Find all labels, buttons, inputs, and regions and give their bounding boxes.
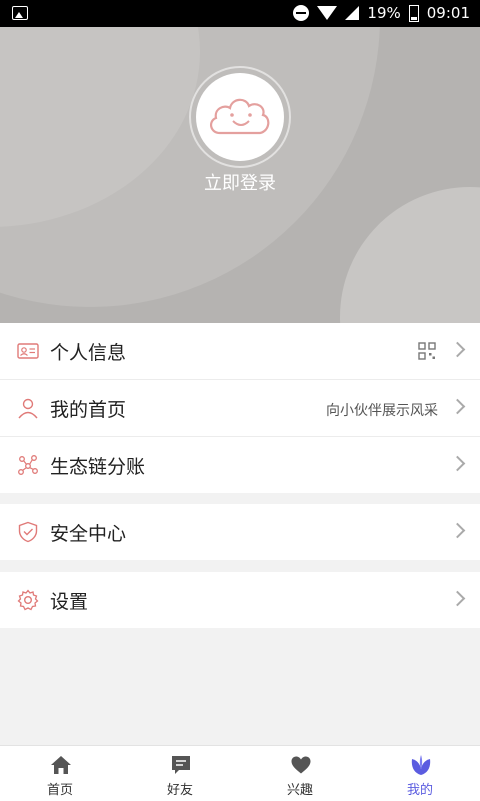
menu-item-subtitle: 向小伙伴展示风采 bbox=[326, 403, 438, 419]
menu-item-my-homepage[interactable]: 我的首页 向小伙伴展示风采 bbox=[0, 380, 480, 437]
home-icon bbox=[51, 756, 71, 774]
chat-icon bbox=[172, 756, 190, 774]
tab-label: 我的 bbox=[406, 783, 433, 798]
menu-item-label: 安全中心 bbox=[50, 523, 127, 545]
id-card-icon bbox=[17, 343, 39, 359]
smiling-cloud-icon bbox=[210, 98, 270, 135]
chevron-right-icon bbox=[449, 341, 466, 358]
shield-icon bbox=[18, 521, 38, 543]
image-notification-icon bbox=[12, 6, 28, 20]
tab-interests[interactable]: 兴趣 bbox=[240, 746, 360, 801]
avatar[interactable] bbox=[189, 66, 291, 168]
heart-icon bbox=[291, 756, 311, 774]
menu-item-label: 设置 bbox=[50, 591, 89, 613]
tab-home[interactable]: 首页 bbox=[0, 746, 120, 801]
tab-label: 好友 bbox=[166, 783, 193, 798]
header-decoration bbox=[340, 187, 480, 323]
tab-friends[interactable]: 好友 bbox=[120, 746, 240, 801]
menu-item-security-center[interactable]: 安全中心 bbox=[0, 504, 480, 560]
chevron-right-icon bbox=[449, 590, 466, 607]
status-icons: 19% 09:01 bbox=[293, 4, 470, 22]
user-icon bbox=[18, 398, 38, 419]
tab-label: 兴趣 bbox=[286, 783, 313, 798]
leaf-icon bbox=[411, 755, 431, 775]
menu-item-settings[interactable]: 设置 bbox=[0, 572, 480, 628]
login-link[interactable]: 立即登录 bbox=[0, 169, 480, 195]
menu-item-label: 个人信息 bbox=[50, 342, 127, 364]
tab-label: 首页 bbox=[46, 783, 73, 798]
wifi-icon bbox=[317, 6, 338, 20]
network-icon bbox=[18, 455, 38, 475]
battery-icon bbox=[408, 4, 419, 22]
menu-group-settings: 设置 bbox=[0, 572, 480, 628]
bottom-tab-bar: 首页 好友 兴趣 我的 bbox=[0, 745, 480, 801]
chevron-right-icon bbox=[449, 398, 466, 415]
menu-group-account: 个人信息 我的首页 向小伙伴展示风采 生态链分账 bbox=[0, 323, 480, 493]
menu-group-security: 安全中心 bbox=[0, 504, 480, 560]
chevron-right-icon bbox=[449, 455, 466, 472]
menu-item-label: 我的首页 bbox=[50, 399, 127, 421]
cellular-signal-icon bbox=[345, 6, 360, 20]
menu-item-personal-info[interactable]: 个人信息 bbox=[0, 323, 480, 380]
menu-item-label: 生态链分账 bbox=[50, 456, 146, 478]
avatar-image[interactable] bbox=[196, 73, 284, 161]
gear-icon bbox=[17, 589, 39, 611]
chevron-right-icon bbox=[449, 522, 466, 539]
qr-code-icon[interactable] bbox=[418, 342, 436, 360]
status-bar: 19% 09:01 bbox=[0, 0, 480, 27]
clock: 09:01 bbox=[426, 4, 470, 22]
menu-item-ecosystem-split[interactable]: 生态链分账 bbox=[0, 437, 480, 493]
do-not-disturb-icon bbox=[293, 5, 310, 21]
battery-percent: 19% bbox=[367, 4, 401, 22]
tab-mine[interactable]: 我的 bbox=[360, 746, 480, 801]
profile-header: 立即登录 bbox=[0, 27, 480, 323]
